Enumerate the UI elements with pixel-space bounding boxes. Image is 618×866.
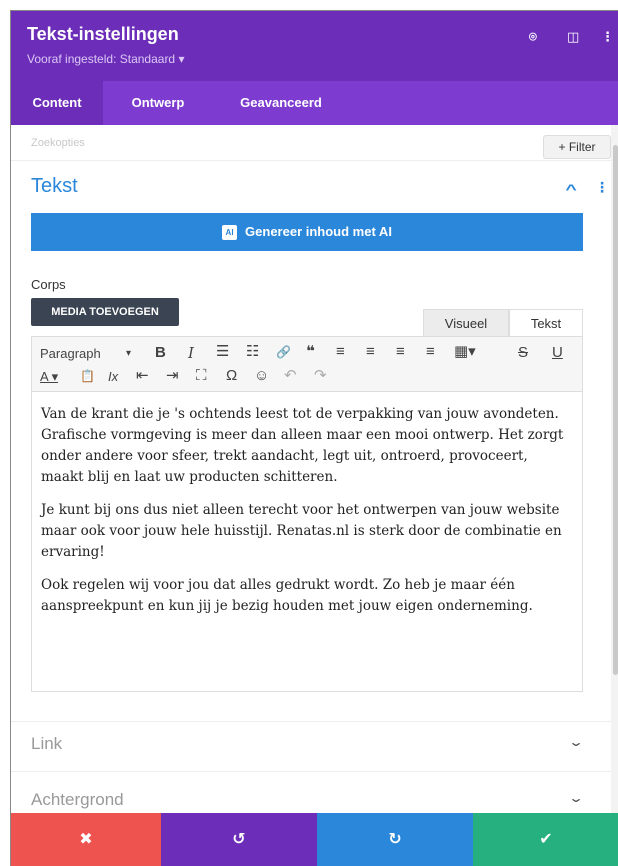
search-input[interactable] bbox=[31, 133, 451, 153]
italic-icon[interactable]: I bbox=[188, 344, 194, 362]
numbered-list-icon[interactable]: ☷ bbox=[246, 343, 259, 361]
indent-icon[interactable]: ⇥ bbox=[166, 367, 179, 385]
table-icon[interactable]: ▦▾ bbox=[454, 343, 476, 361]
link-icon[interactable]: 🔗 bbox=[276, 343, 291, 361]
paste-text-icon[interactable]: 📋 bbox=[80, 367, 95, 385]
fullscreen-icon[interactable]: ⛶ bbox=[196, 367, 207, 385]
content-paragraph: Ook regelen wij voor jou dat alles gedru… bbox=[41, 577, 533, 614]
tab-bar: Content Ontwerp Geavanceerd bbox=[11, 81, 618, 125]
generate-ai-label: Genereer inhoud met AI bbox=[245, 224, 392, 239]
undo-icon[interactable]: ↶ bbox=[284, 367, 297, 385]
tab-ontwerp[interactable]: Ontwerp bbox=[115, 81, 201, 125]
settings-panel: Tekst-instellingen Vooraf ingesteld: Sta… bbox=[10, 10, 618, 866]
underline-icon[interactable]: U bbox=[552, 344, 563, 362]
content-paragraph: Van de krant die je 's ochtends leest to… bbox=[41, 406, 564, 485]
clear-format-icon[interactable]: Ix bbox=[108, 368, 118, 386]
add-media-button[interactable]: MEDIA TOEVOEGEN bbox=[31, 298, 179, 326]
more-options-icon[interactable]: ⋮ bbox=[601, 29, 614, 45]
paragraph-format-select[interactable]: Paragraph bbox=[40, 345, 101, 363]
chevron-down-icon[interactable]: ▾ bbox=[126, 345, 131, 363]
sidebar-layout-icon[interactable]: ◫ bbox=[567, 29, 579, 45]
section-title-achtergrond[interactable]: Achtergrond bbox=[31, 790, 124, 810]
justify-icon[interactable]: ≡ bbox=[426, 343, 435, 361]
search-row: + Filter bbox=[11, 125, 611, 161]
save-button[interactable]: ✔ bbox=[473, 813, 618, 866]
scrollbar-thumb[interactable] bbox=[613, 145, 618, 675]
generate-ai-button[interactable]: AI Genereer inhoud met AI bbox=[31, 213, 583, 251]
ai-icon: AI bbox=[222, 225, 238, 240]
section-title-link[interactable]: Link bbox=[31, 734, 62, 754]
section-more-icon[interactable]: ⋮ bbox=[595, 179, 609, 196]
panel-header: Tekst-instellingen Vooraf ingesteld: Sta… bbox=[11, 11, 618, 81]
align-center-icon[interactable]: ≡ bbox=[366, 343, 375, 361]
tab-visual-editor[interactable]: Visueel bbox=[423, 309, 509, 336]
section-title-tekst[interactable]: Tekst bbox=[31, 175, 78, 198]
bullet-list-icon[interactable]: ☰ bbox=[216, 343, 229, 361]
quote-icon[interactable]: ❝ bbox=[306, 343, 315, 361]
redo-button[interactable]: ↻ bbox=[317, 813, 473, 866]
filter-button[interactable]: + Filter bbox=[543, 135, 611, 159]
section-divider bbox=[11, 721, 611, 722]
redo-icon[interactable]: ↷ bbox=[314, 367, 327, 385]
panel-title: Tekst-instellingen bbox=[27, 24, 179, 44]
content-paragraph: Je kunt bij ons dus niet alleen terecht … bbox=[41, 502, 562, 560]
preset-selector[interactable]: Vooraf ingesteld: Standaard ▾ bbox=[27, 52, 184, 66]
text-color-icon[interactable]: A ▾ bbox=[40, 368, 58, 386]
section-divider bbox=[11, 771, 611, 772]
align-left-icon[interactable]: ≡ bbox=[336, 343, 345, 361]
align-right-icon[interactable]: ≡ bbox=[396, 343, 405, 361]
undo-button[interactable]: ↺ bbox=[161, 813, 317, 866]
editor-content-area[interactable]: Van de krant die je 's ochtends leest to… bbox=[31, 392, 583, 692]
tab-text-editor[interactable]: Tekst bbox=[509, 309, 583, 336]
outdent-icon[interactable]: ⇤ bbox=[136, 367, 149, 385]
chevron-up-icon[interactable]: ^ bbox=[565, 181, 576, 197]
chevron-down-icon[interactable]: ⌄ bbox=[568, 791, 584, 805]
strikethrough-icon[interactable]: S bbox=[518, 344, 528, 362]
bold-icon[interactable]: B bbox=[155, 344, 166, 362]
chevron-down-icon[interactable]: ⌄ bbox=[568, 735, 584, 749]
corps-label: Corps bbox=[31, 277, 66, 292]
editor-toolbar: Paragraph ▾ B I ☰ ☷ 🔗 ❝ ≡ ≡ ≡ ≡ ▦▾ S U A… bbox=[31, 336, 583, 392]
tab-content[interactable]: Content bbox=[11, 81, 103, 125]
special-character-icon[interactable]: Ω bbox=[226, 367, 237, 385]
emoji-icon[interactable]: ☺ bbox=[254, 367, 269, 385]
discard-button[interactable]: ✖ bbox=[11, 813, 161, 866]
action-bar: ✖ ↺ ↻ ✔ bbox=[11, 813, 618, 866]
tab-geavanceerd[interactable]: Geavanceerd bbox=[225, 81, 337, 125]
expand-icon[interactable]: ⌾ bbox=[529, 29, 537, 45]
